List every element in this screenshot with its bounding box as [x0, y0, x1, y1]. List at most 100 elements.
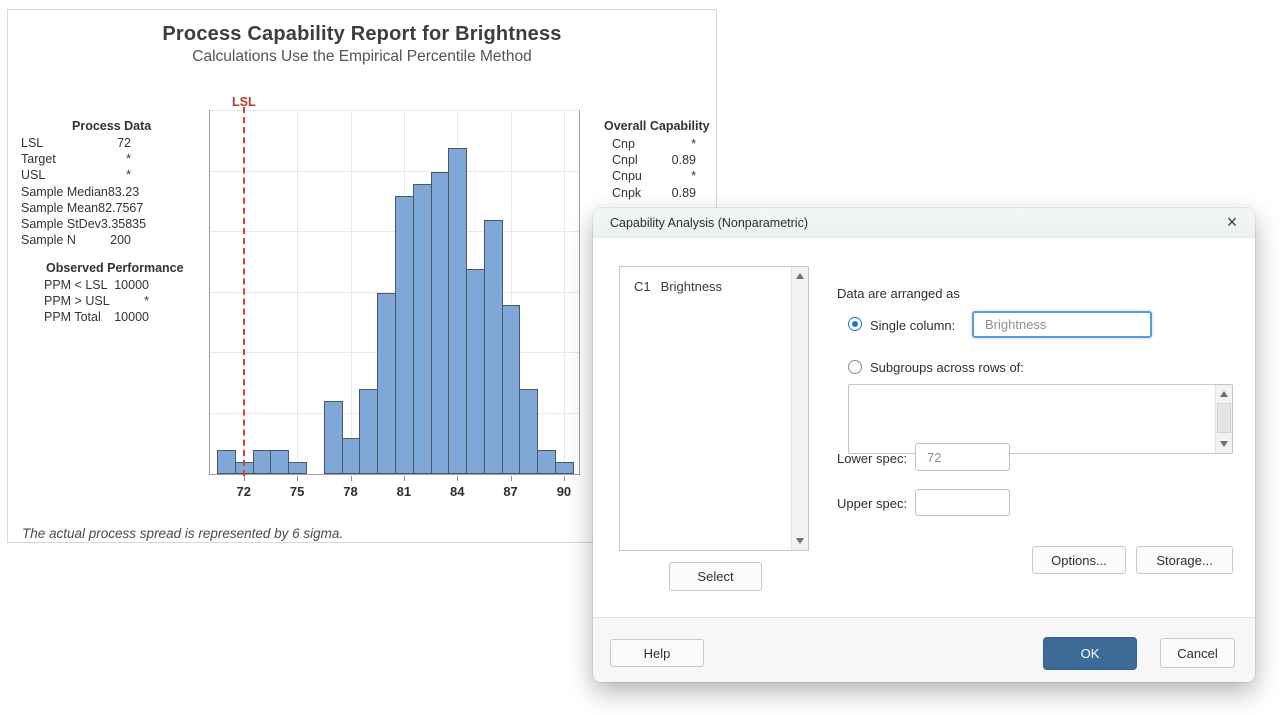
- stat-row: Cnpl 0.89: [612, 152, 696, 168]
- stat-value: 10000: [114, 309, 149, 325]
- x-axis-tick: [404, 476, 405, 481]
- histogram-bar: [377, 293, 396, 474]
- stat-row: Sample Median83.23: [21, 184, 131, 200]
- dialog-title: Capability Analysis (Nonparametric): [610, 208, 808, 238]
- dialog-titlebar[interactable]: Capability Analysis (Nonparametric) ×: [593, 208, 1255, 238]
- lower-spec-input[interactable]: [915, 443, 1010, 471]
- stat-row: PPM > USL*: [44, 293, 149, 309]
- scrollbar-thumb[interactable]: [1217, 403, 1231, 433]
- x-axis-tick: [511, 476, 512, 481]
- report-subtitle: Calculations Use the Empirical Percentil…: [8, 48, 716, 66]
- subgroups-radio[interactable]: [848, 360, 862, 374]
- histogram-bar: [519, 389, 538, 474]
- stat-label: Sample Median: [21, 184, 108, 200]
- data-arranged-label: Data are arranged as: [837, 286, 960, 301]
- histogram-bar: [466, 269, 485, 474]
- single-column-label: Single column:: [870, 318, 955, 333]
- scroll-down-icon[interactable]: [1216, 436, 1232, 453]
- v-gridline: [297, 111, 298, 474]
- stat-label: Sample N: [21, 232, 76, 248]
- stat-label: Sample Mean: [21, 200, 98, 216]
- x-axis-tick: [564, 476, 565, 481]
- overall-capability-heading: Overall Capability: [604, 119, 710, 133]
- stat-label: Cnp: [612, 136, 635, 152]
- storage-button[interactable]: Storage...: [1136, 546, 1233, 574]
- lsl-reference-line: [243, 107, 245, 476]
- scroll-up-icon[interactable]: [1216, 385, 1232, 402]
- stat-label: Sample StDev: [21, 216, 101, 232]
- x-axis-tick: [351, 476, 352, 481]
- app-canvas: Process Capability Report for Brightness…: [0, 0, 1280, 715]
- ok-button[interactable]: OK: [1043, 637, 1137, 670]
- upper-spec-input[interactable]: [915, 489, 1010, 516]
- stat-value: *: [691, 136, 696, 152]
- x-axis-tick-label: 78: [343, 484, 357, 499]
- histogram-bar: [502, 305, 521, 474]
- options-button[interactable]: Options...: [1032, 546, 1126, 574]
- histogram-bar: [324, 401, 343, 474]
- stat-row: PPM Total 10000: [44, 309, 149, 325]
- listbox-scrollbar[interactable]: [791, 267, 808, 550]
- v-gridline: [564, 111, 565, 474]
- column-list-item[interactable]: C1Brightness: [620, 267, 808, 294]
- histogram-bar: [431, 172, 450, 474]
- observed-performance-table: PPM < LSL 10000PPM > USL*PPM Total 10000: [44, 277, 149, 326]
- histogram-bar: [395, 196, 414, 474]
- scroll-down-icon[interactable]: [792, 533, 808, 550]
- columns-listbox-items: C1Brightness: [620, 267, 808, 294]
- stat-row: Target*: [21, 151, 131, 167]
- stat-row: Cnpk 0.89: [612, 185, 696, 201]
- scroll-up-icon[interactable]: [792, 267, 808, 284]
- stat-label: Cnpk: [612, 185, 641, 201]
- x-axis-tick-label: 87: [503, 484, 517, 499]
- process-data-heading: Process Data: [72, 119, 151, 133]
- cancel-button[interactable]: Cancel: [1160, 638, 1235, 668]
- stat-row: USL*: [21, 167, 131, 183]
- histogram-bar: [288, 462, 307, 474]
- stat-value: 82.7567: [98, 200, 143, 216]
- help-button[interactable]: Help: [610, 639, 704, 667]
- column-id: C1: [634, 279, 651, 294]
- lsl-label: LSL: [232, 95, 256, 109]
- stat-value: 3.35835: [101, 216, 146, 232]
- stat-value: *: [126, 167, 131, 183]
- report-title: Process Capability Report for Brightness: [8, 23, 716, 46]
- lower-spec-label: Lower spec:: [837, 451, 907, 466]
- stat-label: PPM Total: [44, 309, 101, 325]
- histogram-plot: LSL 72757881848790: [209, 110, 580, 475]
- textarea-scrollbar[interactable]: [1215, 385, 1232, 453]
- close-icon[interactable]: ×: [1217, 208, 1247, 238]
- stat-label: LSL: [21, 135, 43, 151]
- stat-row: LSL72: [21, 135, 131, 151]
- x-axis-tick: [244, 476, 245, 481]
- stat-value: 10000: [114, 277, 149, 293]
- stat-label: Cnpu: [612, 168, 642, 184]
- stat-value: *: [691, 168, 696, 184]
- x-axis-tick-label: 75: [290, 484, 304, 499]
- observed-performance-heading: Observed Performance: [46, 261, 184, 275]
- x-axis-tick-label: 90: [557, 484, 571, 499]
- histogram-bar: [413, 184, 432, 474]
- x-axis-tick: [457, 476, 458, 481]
- single-column-input[interactable]: [972, 311, 1152, 338]
- histogram-bar: [342, 438, 361, 474]
- stat-row: Sample Mean82.7567: [21, 200, 131, 216]
- histogram-bar: [253, 450, 272, 474]
- stat-value: 0.89: [672, 152, 696, 168]
- stat-row: Sample StDev3.35835: [21, 216, 131, 232]
- stat-label: Cnpl: [612, 152, 638, 168]
- stat-label: PPM > USL: [44, 293, 110, 309]
- x-axis-tick-label: 81: [397, 484, 411, 499]
- single-column-radio[interactable]: [848, 317, 862, 331]
- stat-value: 0.89: [672, 185, 696, 201]
- subgroups-label: Subgroups across rows of:: [870, 360, 1024, 375]
- overall-capability-table: Cnp * Cnpl 0.89 Cnpu * Cnpk 0.89: [612, 136, 696, 201]
- columns-listbox[interactable]: C1Brightness: [619, 266, 809, 551]
- select-button[interactable]: Select: [669, 562, 762, 591]
- histogram-bar: [537, 450, 556, 474]
- h-gridline: [210, 171, 579, 172]
- histogram-bar: [484, 220, 503, 474]
- capability-analysis-dialog: Capability Analysis (Nonparametric) × C1…: [593, 208, 1255, 682]
- subgroups-textarea[interactable]: [848, 384, 1233, 454]
- stat-label: PPM < LSL: [44, 277, 108, 293]
